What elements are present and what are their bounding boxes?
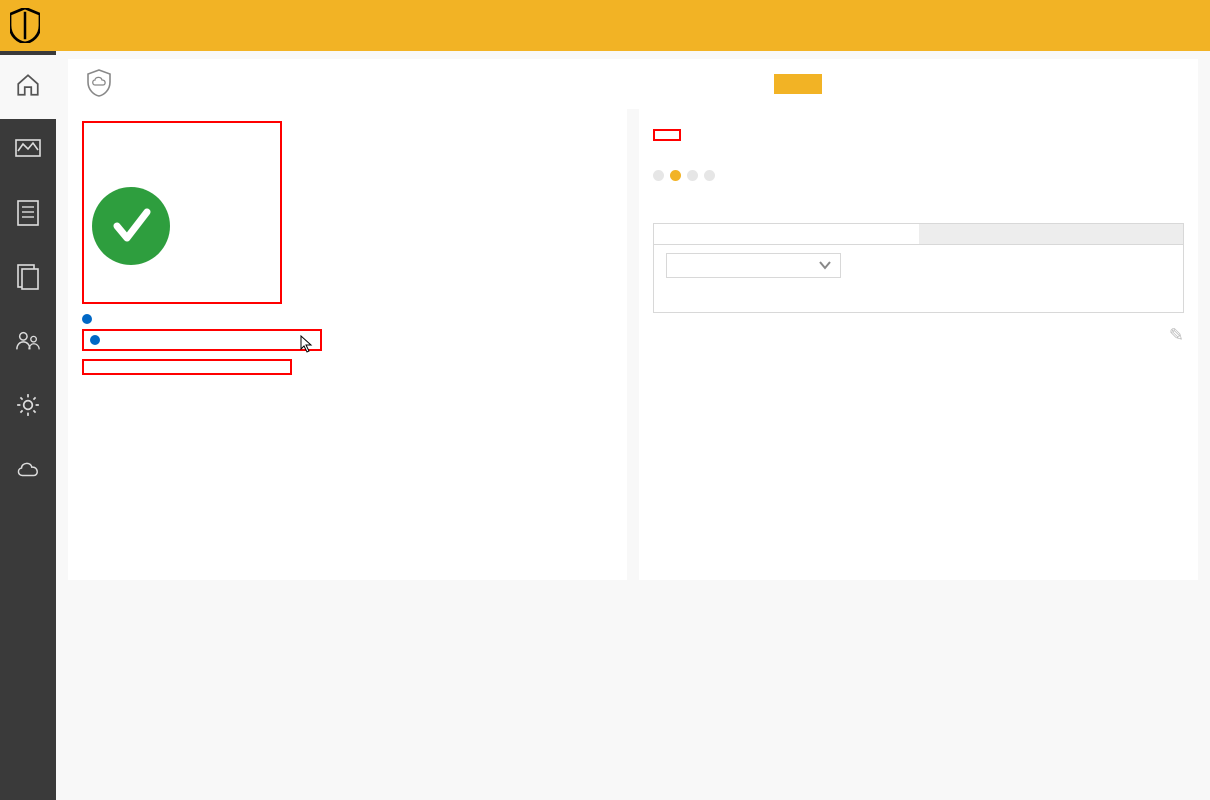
- nav-reports[interactable]: [0, 183, 56, 247]
- tab-virus-risks[interactable]: [654, 224, 919, 244]
- nav-clients[interactable]: [0, 311, 56, 375]
- cursor-icon: [300, 335, 314, 356]
- security-status-panel: [82, 121, 282, 304]
- download-risks-line: [654, 286, 1183, 312]
- endpoint-protection-box: [82, 359, 292, 375]
- pencil-icon[interactable]: ✎: [1169, 325, 1184, 346]
- shield-icon: [10, 8, 40, 44]
- restart-line: [82, 403, 304, 418]
- clients-icon: [15, 328, 41, 354]
- nav-policies[interactable]: [0, 247, 56, 311]
- cloud-icon: [15, 456, 41, 482]
- check-icon: [92, 187, 170, 265]
- monitors-icon: [15, 136, 41, 162]
- timeframe-select[interactable]: [666, 253, 841, 278]
- policies-icon: [15, 264, 41, 290]
- enroll-button[interactable]: [774, 74, 822, 94]
- reports-icon: [15, 200, 41, 226]
- nav-monitors[interactable]: [0, 119, 56, 183]
- cloud-banner: [68, 59, 1198, 109]
- chevron-down-icon: [818, 258, 832, 273]
- notifications-line: [82, 310, 613, 325]
- threatcon-dots: [653, 169, 721, 184]
- replication-status-box: [82, 329, 322, 351]
- replication-badge-icon: [90, 335, 100, 345]
- sidebar: [0, 51, 56, 800]
- endpoint-donut-chart: [344, 359, 514, 532]
- nav-admin[interactable]: [0, 375, 56, 439]
- license-status-value: [653, 129, 681, 141]
- nav-cloud[interactable]: [0, 439, 56, 503]
- notification-badge-icon: [82, 314, 92, 324]
- home-icon: [15, 72, 41, 98]
- cloud-shield-icon: [84, 68, 114, 101]
- tab-exploits[interactable]: [919, 224, 1184, 244]
- nav-home[interactable]: [0, 55, 56, 119]
- app-header: [0, 0, 1210, 51]
- gear-icon: [15, 392, 41, 418]
